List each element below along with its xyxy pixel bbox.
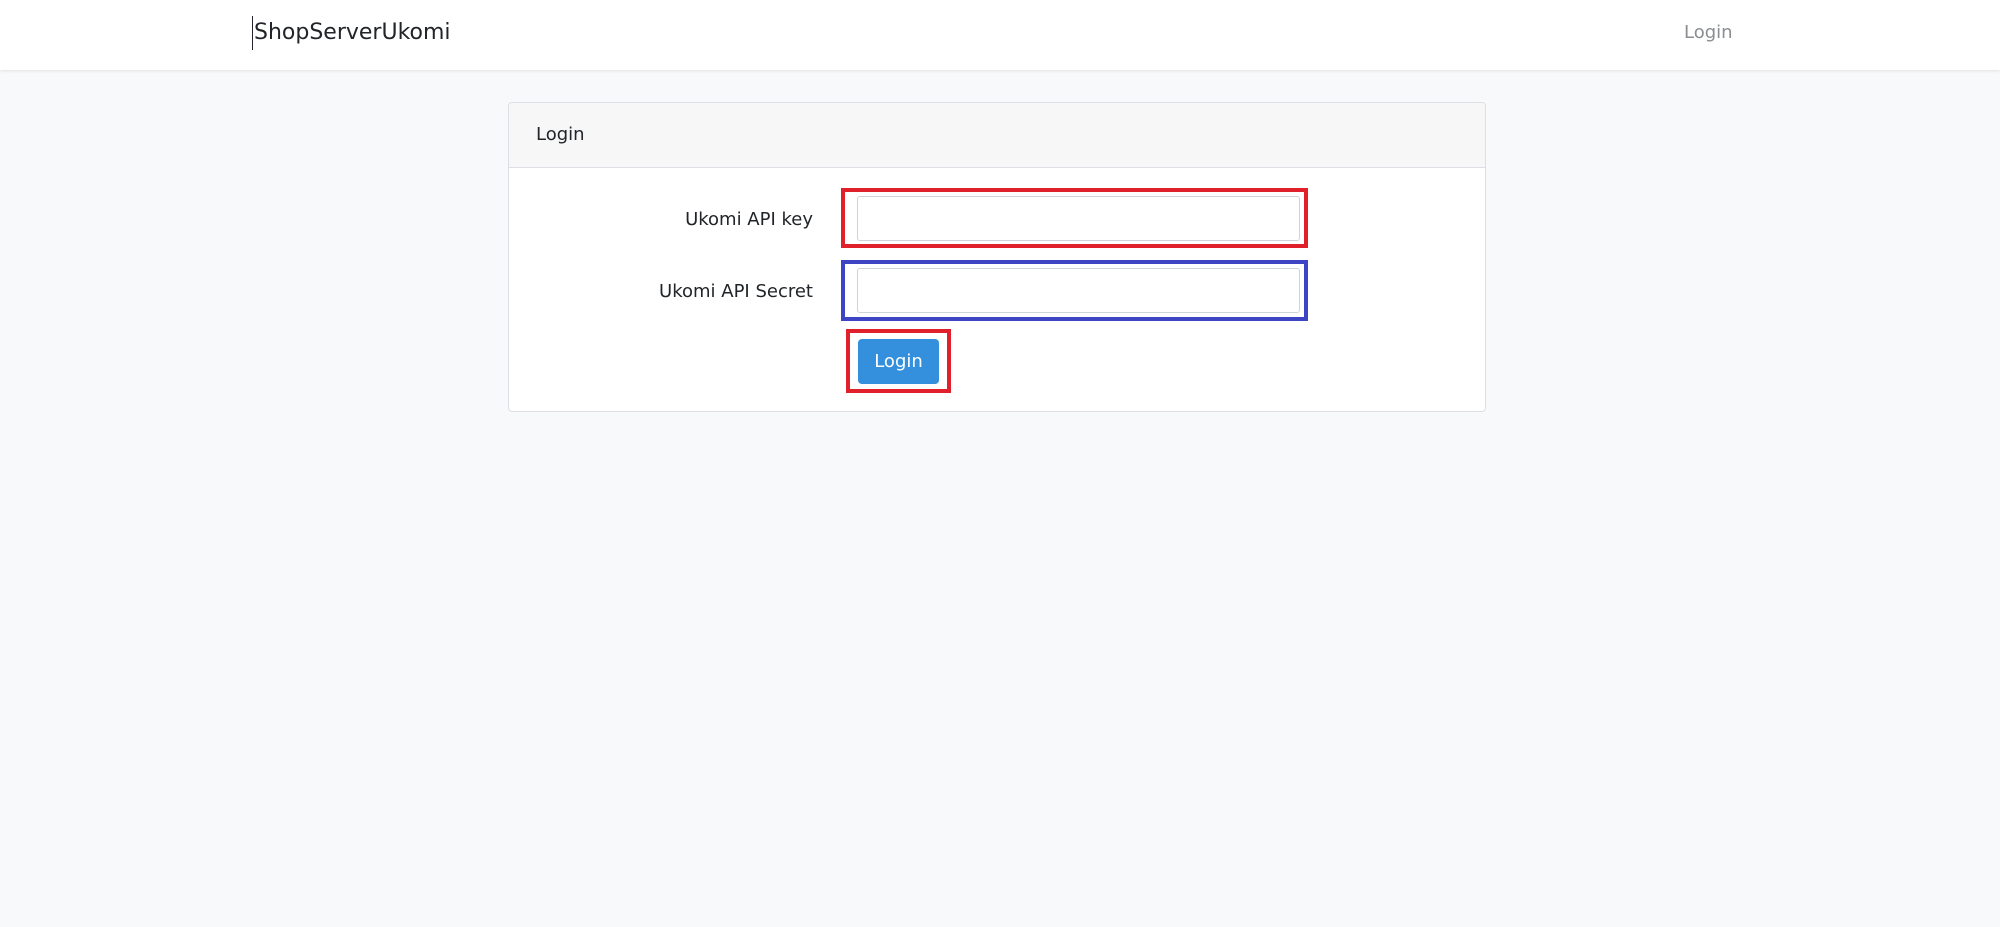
login-submit-button[interactable]: Login <box>858 339 939 384</box>
login-card-title: Login <box>536 124 585 145</box>
api-key-input[interactable] <box>857 196 1300 241</box>
brand-link[interactable]: ShopServerUkomi <box>252 16 451 50</box>
login-card: Login Ukomi API key Ukomi API Secret Log… <box>508 102 1486 412</box>
api-key-label: Ukomi API key <box>685 209 813 230</box>
login-card-header: Login <box>509 103 1485 168</box>
api-secret-input[interactable] <box>857 268 1300 313</box>
login-button-highlight: Login <box>846 329 951 393</box>
top-navbar: ShopServerUkomi Login <box>0 0 2000 70</box>
api-secret-label: Ukomi API Secret <box>659 281 813 302</box>
api-secret-highlight <box>841 260 1308 321</box>
nav-login-link[interactable]: Login <box>1684 19 1733 47</box>
api-key-highlight <box>841 188 1308 248</box>
